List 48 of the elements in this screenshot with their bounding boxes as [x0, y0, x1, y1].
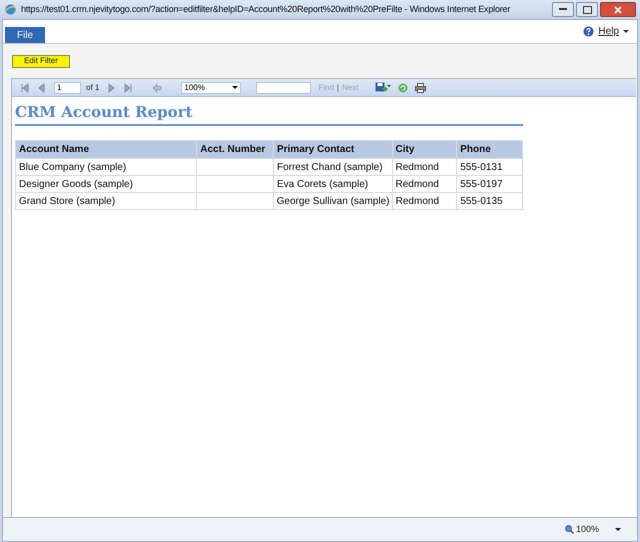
close-icon [614, 6, 622, 14]
magnifier-icon [564, 525, 574, 534]
print-icon[interactable] [415, 82, 426, 92]
previous-page-icon[interactable] [37, 82, 47, 92]
caret-icon [623, 30, 629, 34]
last-page-icon[interactable] [123, 82, 134, 92]
zoom-button[interactable]: 100% [564, 522, 599, 536]
maximize-icon [582, 6, 592, 14]
save-icon[interactable] [375, 82, 392, 93]
report-title: CRM Account Report [15, 102, 523, 126]
table-cell: 555-0131 [456, 159, 522, 175]
close-button[interactable] [600, 2, 636, 17]
table-cell: Forrest Chand (sample) [272, 159, 392, 175]
dropdown-icon [232, 86, 238, 90]
column-header: Phone [456, 141, 522, 158]
find-field[interactable] [256, 82, 312, 94]
file-tab[interactable]: File [5, 27, 46, 43]
page-number-field[interactable]: 1 [54, 82, 81, 94]
table-cell-text: Designer Goods (sample) [18, 178, 134, 192]
column-header: City [392, 141, 456, 158]
table-cell: George Sullivan (sample) [272, 193, 392, 209]
page-count: of 1 [86, 82, 100, 94]
table-cell: Eva Corets (sample) [272, 176, 392, 192]
table-cell: Redmond [392, 176, 456, 192]
table-cell: Redmond [392, 159, 456, 175]
help-icon [583, 26, 594, 37]
column-header: Primary Contact [272, 141, 392, 158]
table-cell: 555-0197 [456, 176, 522, 192]
zoom-select[interactable]: 100% [181, 82, 242, 94]
column-header: Account Name [18, 143, 90, 157]
edit-filter-button[interactable]: Edit Filter [12, 54, 70, 68]
table-cell-text: Blue Company (sample) [18, 160, 128, 174]
window-title: https://test01.crm.njevitytogo.com/?action=editfilter&helpID=Account%20Report%20with%20PreFilte - Windows Internet Explorer [21, 2, 512, 16]
table-cell: 555-0135 [456, 193, 522, 209]
dropdown-icon[interactable] [615, 528, 621, 532]
column-header: Acct. Number [196, 141, 273, 158]
back-arrow-icon[interactable] [152, 82, 162, 92]
minimize-button[interactable] [552, 2, 574, 17]
separator-text: | [336, 82, 339, 94]
minimize-icon [559, 8, 567, 11]
refresh-icon[interactable] [398, 82, 408, 92]
help-menu[interactable]: Help [583, 24, 629, 39]
table-cell-text: Grand Store (sample) [18, 194, 116, 208]
first-page-icon[interactable] [20, 82, 30, 92]
table-cell: Redmond [392, 193, 456, 209]
next-page-icon[interactable] [106, 82, 116, 92]
maximize-button[interactable] [576, 2, 598, 17]
globe-icon [4, 3, 17, 16]
